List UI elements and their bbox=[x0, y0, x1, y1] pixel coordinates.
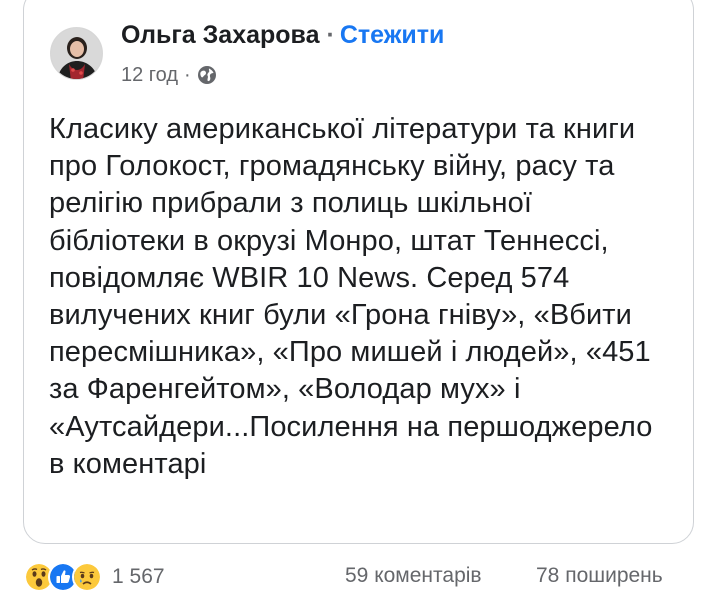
name-separator: · bbox=[326, 21, 335, 49]
reaction-count: 1 567 bbox=[112, 565, 165, 588]
globe-icon bbox=[197, 65, 217, 85]
post-footer: 1 567 59 коментарів 78 поширень bbox=[0, 560, 718, 594]
follow-button[interactable]: Стежити bbox=[340, 21, 445, 49]
author-row: Ольга Захарова · Стежити bbox=[121, 20, 444, 50]
reactions-summary[interactable]: 1 567 bbox=[24, 562, 165, 592]
author-name[interactable]: Ольга Захарова bbox=[121, 21, 320, 49]
post-time[interactable]: 12 год bbox=[121, 64, 178, 87]
author-avatar[interactable] bbox=[50, 27, 103, 80]
post-meta: 12 год · bbox=[121, 62, 217, 88]
sad-icon bbox=[72, 562, 102, 592]
shares-count[interactable]: 78 поширень bbox=[536, 564, 663, 588]
meta-separator: · bbox=[184, 63, 191, 86]
comments-count[interactable]: 59 коментарів bbox=[345, 564, 482, 588]
post-text: Класику американської літератури та книг… bbox=[49, 113, 653, 480]
